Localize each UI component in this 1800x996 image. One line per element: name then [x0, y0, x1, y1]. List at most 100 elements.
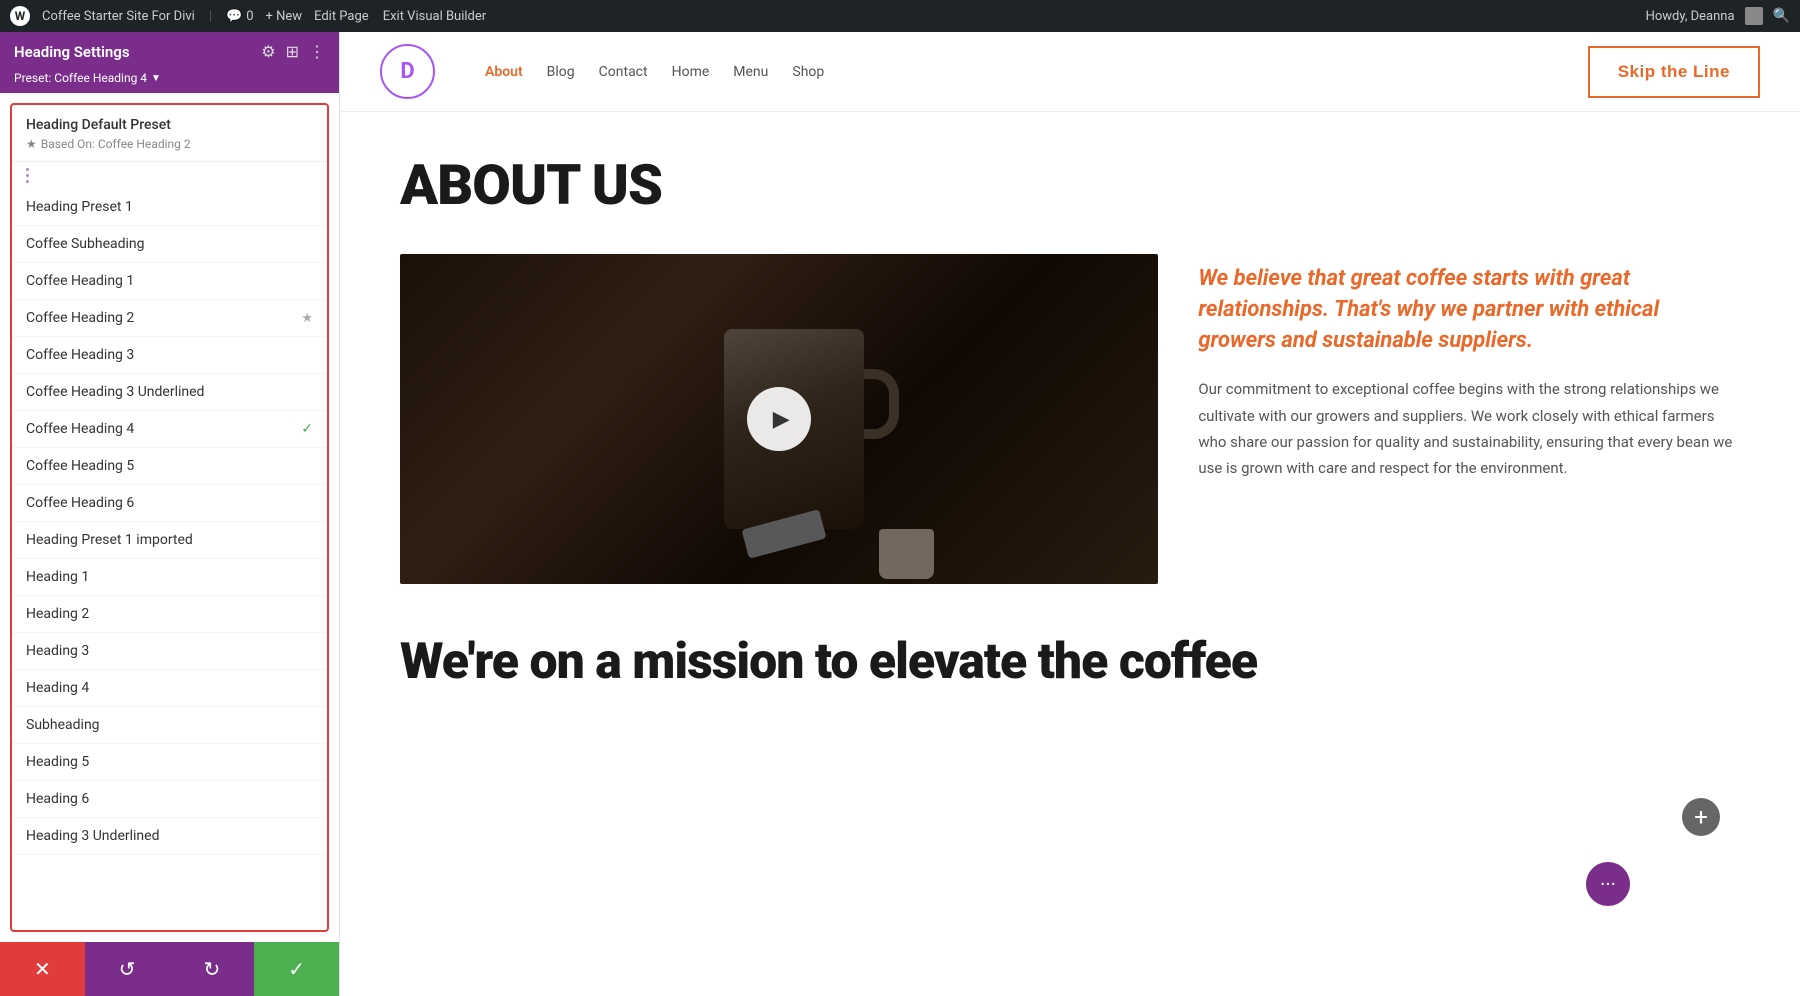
default-preset-name: Heading Default Preset	[26, 117, 313, 133]
text-section: We believe that great coffee starts with…	[1198, 254, 1740, 481]
save-icon: ✓	[288, 957, 305, 981]
page-content: ABOUT US	[340, 112, 1800, 996]
panel-title: Heading Settings	[14, 43, 130, 61]
comments-link[interactable]: 💬 0	[226, 9, 254, 24]
content-row: ▶ We believe that great coffee starts wi…	[400, 254, 1740, 584]
site-preview: D About Blog Contact Home Menu Shop Skip…	[340, 32, 1800, 996]
section-divider	[12, 162, 327, 189]
highlight-paragraph: We believe that great coffee starts with…	[1198, 264, 1740, 356]
default-preset-based-on: ★ Based On: Coffee Heading 2	[26, 137, 313, 151]
preset-item[interactable]: Coffee Heading 3 Underlined	[12, 374, 327, 411]
preset-label[interactable]: Preset: Coffee Heading 4 ▼	[0, 71, 339, 93]
preset-item-label: Coffee Heading 2	[26, 310, 301, 326]
star-icon: ★	[26, 137, 37, 151]
section-options-button[interactable]: ···	[1586, 862, 1630, 906]
new-link[interactable]: + New	[266, 9, 303, 24]
default-preset-item[interactable]: Heading Default Preset ★ Based On: Coffe…	[12, 105, 327, 162]
body-paragraph: Our commitment to exceptional coffee beg…	[1198, 376, 1740, 481]
admin-actions: Edit Page Exit Visual Builder	[314, 9, 486, 24]
preset-dropdown-arrow: ▼	[151, 73, 161, 84]
preset-item[interactable]: Heading 5	[12, 744, 327, 781]
redo-button[interactable]: ↻	[170, 942, 255, 996]
redo-icon: ↻	[203, 957, 220, 981]
preset-item-label: Heading 2	[26, 606, 313, 622]
site-name[interactable]: Coffee Starter Site For Divi	[42, 9, 195, 24]
preset-item-label: Heading 6	[26, 791, 313, 807]
skip-the-line-button[interactable]: Skip the Line	[1588, 46, 1760, 98]
preset-item-label: Coffee Heading 1	[26, 273, 313, 289]
play-icon: ▶	[773, 407, 790, 432]
preset-item[interactable]: Heading Preset 1	[12, 189, 327, 226]
preset-item-label: Coffee Subheading	[26, 236, 313, 252]
site-logo: D	[380, 44, 435, 99]
preset-item-label: Heading 3	[26, 643, 313, 659]
preset-item[interactable]: Coffee Heading 6	[12, 485, 327, 522]
edit-page-link[interactable]: Edit Page	[314, 9, 369, 24]
preset-item[interactable]: Heading 2	[12, 596, 327, 633]
preset-item-label: Heading Preset 1	[26, 199, 313, 215]
preset-items-container: Heading Preset 1 Coffee Subheading Coffee …	[12, 189, 327, 855]
nav-right: Skip the Line	[1588, 46, 1760, 98]
preset-item[interactable]: Heading Preset 1 imported	[12, 522, 327, 559]
preset-item-label: Coffee Heading 4	[26, 421, 301, 437]
nav-about[interactable]: About	[485, 64, 523, 80]
preset-list: Heading Default Preset ★ Based On: Coffe…	[10, 103, 329, 932]
undo-icon: ↺	[119, 957, 136, 981]
play-button[interactable]: ▶	[747, 387, 811, 451]
nav-home[interactable]: Home	[672, 64, 710, 80]
panel-toolbar: ✕ ↺ ↻ ✓	[0, 942, 339, 996]
preset-item[interactable]: Heading 3	[12, 633, 327, 670]
preset-item-label: Subheading	[26, 717, 313, 733]
add-section-button[interactable]: +	[1682, 798, 1720, 836]
exit-builder-link[interactable]: Exit Visual Builder	[383, 9, 486, 24]
preset-item[interactable]: Coffee Subheading	[12, 226, 327, 263]
video-section: ▶	[400, 254, 1158, 584]
preset-item[interactable]: Coffee Heading 3	[12, 337, 327, 374]
more-options-icon[interactable]: ⋮	[309, 42, 325, 61]
about-us-heading: ABOUT US	[400, 152, 1740, 218]
preset-item-label: Heading 3 Underlined	[26, 828, 313, 844]
nav-links: About Blog Contact Home Menu Shop	[485, 64, 824, 80]
close-button[interactable]: ✕	[0, 942, 85, 996]
preset-item[interactable]: Heading 4	[12, 670, 327, 707]
main-layout: Heading Settings ⚙ ⊞ ⋮ Preset: Coffee He…	[0, 32, 1800, 996]
nav-shop[interactable]: Shop	[792, 64, 824, 80]
panel-header: Heading Settings ⚙ ⊞ ⋮	[0, 32, 339, 71]
panel-header-icons: ⚙ ⊞ ⋮	[261, 42, 325, 61]
preset-item-label: Coffee Heading 6	[26, 495, 313, 511]
wp-logo[interactable]: W	[10, 6, 30, 26]
nav-blog[interactable]: Blog	[547, 64, 575, 80]
admin-bar: W Coffee Starter Site For Divi | 💬 0 + N…	[0, 0, 1800, 32]
site-navigation: D About Blog Contact Home Menu Shop Skip…	[340, 32, 1800, 112]
preset-star-icon: ★	[301, 311, 313, 326]
mission-heading: We're on a mission to elevate the coffee	[400, 634, 1740, 692]
preset-item[interactable]: Subheading	[12, 707, 327, 744]
search-icon[interactable]: 🔍	[1773, 8, 1790, 24]
preset-item-label: Heading 4	[26, 680, 313, 696]
nav-contact[interactable]: Contact	[599, 64, 648, 80]
preset-item-label: Coffee Heading 5	[26, 458, 313, 474]
preset-item[interactable]: Coffee Heading 5	[12, 448, 327, 485]
howdy-text: Howdy, Deanna	[1646, 9, 1735, 24]
preset-item-label: Coffee Heading 3 Underlined	[26, 384, 313, 400]
preset-item[interactable]: Heading 3 Underlined	[12, 818, 327, 855]
preset-item[interactable]: Heading 1	[12, 559, 327, 596]
preset-item[interactable]: Heading 6	[12, 781, 327, 818]
preset-item-label: Coffee Heading 3	[26, 347, 313, 363]
nav-menu[interactable]: Menu	[733, 64, 768, 80]
save-button[interactable]: ✓	[254, 942, 339, 996]
preset-item[interactable]: Coffee Heading 1	[12, 263, 327, 300]
settings-icon[interactable]: ⚙	[261, 42, 275, 61]
user-avatar[interactable]	[1745, 7, 1763, 25]
layout-icon[interactable]: ⊞	[286, 42, 299, 61]
preset-check-icon: ✓	[301, 421, 313, 437]
preset-item-label: Heading 1	[26, 569, 313, 585]
preset-item[interactable]: Coffee Heading 2★	[12, 300, 327, 337]
video-thumbnail[interactable]: ▶	[400, 254, 1158, 584]
heading-settings-panel: Heading Settings ⚙ ⊞ ⋮ Preset: Coffee He…	[0, 32, 340, 996]
preset-item-label: Heading 5	[26, 754, 313, 770]
undo-button[interactable]: ↺	[85, 942, 170, 996]
preset-item[interactable]: Coffee Heading 4✓	[12, 411, 327, 448]
close-icon: ✕	[34, 957, 51, 981]
preset-item-label: Heading Preset 1 imported	[26, 532, 313, 548]
